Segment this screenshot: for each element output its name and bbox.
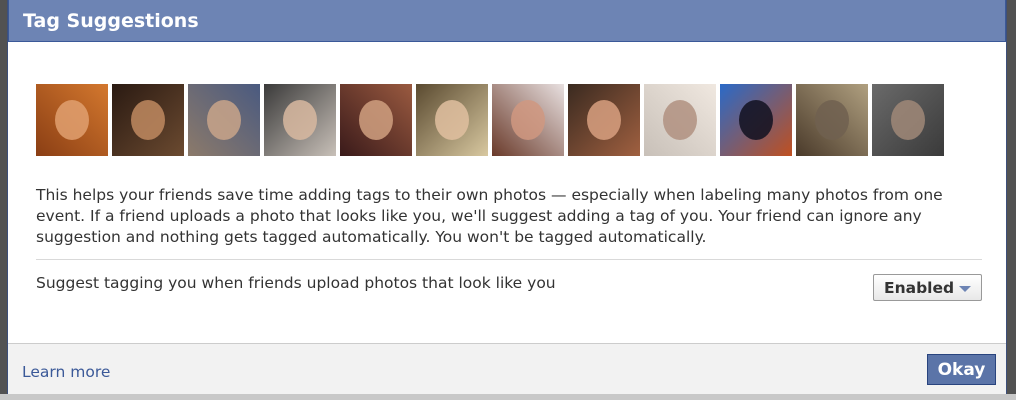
dialog-title: Tag Suggestions	[23, 9, 199, 32]
dialog-content: This helps your friends save time adding…	[8, 42, 1006, 343]
okay-button[interactable]: Okay	[927, 354, 996, 385]
photo-thumbnail	[264, 84, 336, 156]
photo-subject	[359, 100, 393, 140]
divider	[36, 259, 982, 260]
photo-subject	[739, 100, 773, 140]
photo-thumbnail	[492, 84, 564, 156]
photo-thumbnail	[36, 84, 108, 156]
tag-suggestion-select-value: Enabled	[884, 278, 955, 297]
photo-subject	[891, 100, 925, 140]
photo-thumbnail	[188, 84, 260, 156]
tag-suggestion-setting-label: Suggest tagging you when friends upload …	[36, 274, 556, 292]
dialog-titlebar: Tag Suggestions	[8, 0, 1006, 42]
photo-subject	[435, 100, 469, 140]
tag-suggestion-select[interactable]: Enabled	[873, 274, 982, 301]
dropdown-arrow-icon	[959, 286, 971, 292]
photo-subject	[663, 100, 697, 140]
photo-thumbnail	[112, 84, 184, 156]
description-text: This helps your friends save time adding…	[36, 186, 943, 246]
photo-subject	[131, 100, 165, 140]
photo-subject	[207, 100, 241, 140]
learn-more-link[interactable]: Learn more	[22, 363, 110, 381]
photo-subject	[283, 100, 317, 140]
photo-thumbnail	[416, 84, 488, 156]
photo-strip	[36, 84, 944, 156]
photo-subject	[815, 100, 849, 140]
photo-subject	[511, 100, 545, 140]
photo-subject	[587, 100, 621, 140]
photo-subject	[55, 100, 89, 140]
photo-thumbnail	[340, 84, 412, 156]
photo-thumbnail	[644, 84, 716, 156]
page-backdrop	[0, 394, 1016, 400]
photo-thumbnail	[720, 84, 792, 156]
tag-suggestions-dialog: Tag Suggestions This helps your friends …	[7, 0, 1007, 394]
photo-thumbnail	[872, 84, 944, 156]
photo-thumbnail	[796, 84, 868, 156]
photo-thumbnail	[568, 84, 640, 156]
dialog-footer: Learn more Okay	[8, 343, 1006, 394]
